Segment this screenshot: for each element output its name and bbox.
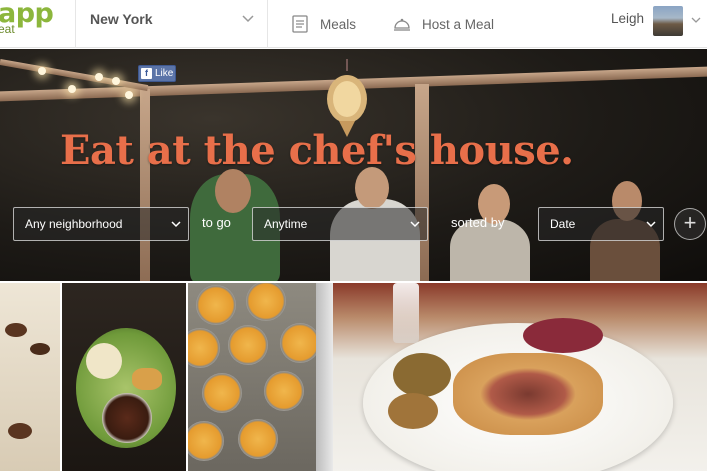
top-header: app eat New York Meals Host a Meal Leigh [0, 0, 707, 48]
nav-host-a-meal[interactable]: Host a Meal [392, 0, 494, 48]
chevron-down-icon[interactable] [690, 14, 702, 26]
string-light [38, 67, 46, 75]
user-name[interactable]: Leigh [611, 11, 644, 26]
nav-meals[interactable]: Meals [290, 0, 356, 48]
time-select[interactable]: Anytime [252, 207, 428, 241]
logo[interactable]: app eat [0, 0, 76, 46]
string-light [68, 85, 76, 93]
hero-headline: Eat at the chef's house. [60, 127, 574, 174]
string-light [125, 91, 133, 99]
chevron-down-icon [171, 221, 181, 228]
guest-head [215, 169, 251, 213]
neighborhood-select-value: Any neighborhood [25, 217, 123, 231]
meal-card-photo[interactable] [188, 283, 316, 471]
chevron-down-icon[interactable] [240, 11, 256, 27]
meal-card-photo[interactable] [62, 283, 186, 471]
city-selector[interactable]: New York [90, 11, 153, 27]
neighborhood-select[interactable]: Any neighborhood [13, 207, 189, 241]
divider [267, 0, 268, 48]
chevron-down-icon [646, 221, 656, 228]
plus-icon[interactable]: + [674, 208, 706, 240]
chevron-down-icon [410, 221, 420, 228]
avatar[interactable] [653, 6, 683, 36]
time-select-value: Anytime [264, 217, 308, 231]
nav-meals-label: Meals [320, 16, 357, 32]
grid-gutter [316, 283, 333, 471]
meal-card-photo[interactable] [333, 283, 707, 471]
meal-grid [0, 281, 707, 471]
facebook-like-button[interactable]: f Like [138, 65, 176, 82]
host-cloche-icon [394, 18, 410, 31]
facebook-icon: f [141, 68, 152, 79]
meals-menu-icon [292, 15, 308, 33]
divider [75, 0, 76, 48]
to-go-label: to go [202, 215, 231, 230]
hero-banner: f Like Eat at the chef's house. Any neig… [0, 49, 707, 281]
nav-host-label: Host a Meal [422, 16, 495, 32]
string-light [112, 77, 120, 85]
meal-card-photo[interactable] [0, 283, 60, 471]
string-light [95, 73, 103, 81]
sort-select-value: Date [550, 217, 576, 231]
pergola-post [140, 89, 150, 281]
sort-select[interactable]: Date [538, 207, 664, 241]
sorted-by-label: sorted by [451, 215, 505, 230]
facebook-like-label: Like [155, 68, 174, 79]
logo-subtext: eat [0, 22, 15, 36]
